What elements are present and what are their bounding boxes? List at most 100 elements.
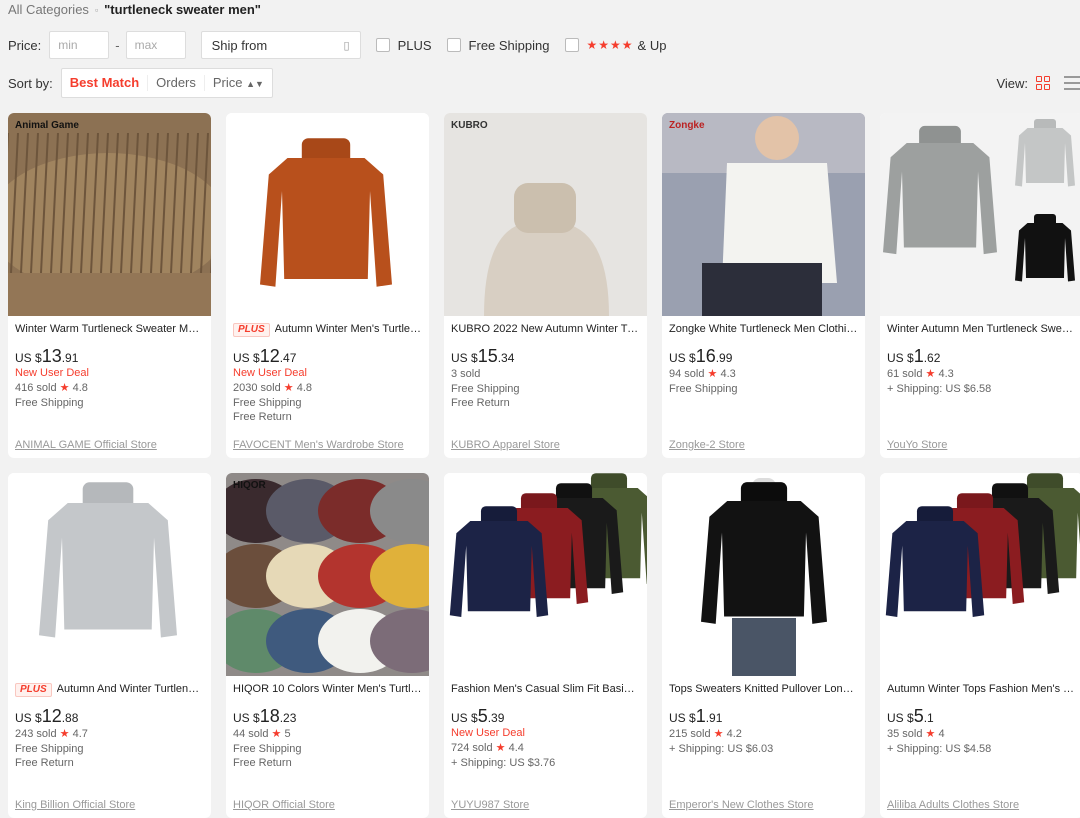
- sort-price-label: Price: [212, 75, 243, 90]
- product-image[interactable]: KUBRO: [444, 113, 647, 316]
- product-title[interactable]: Winter Warm Turtleneck Sweater Men Fashi…: [15, 322, 204, 337]
- product-title[interactable]: Winter Autumn Men Turtleneck Sweater Sli…: [887, 322, 1076, 337]
- ship-from-select[interactable]: Ship from ▯: [200, 31, 361, 59]
- free-shipping-filter[interactable]: Free Shipping: [446, 37, 550, 53]
- product-card[interactable]: Zongke Zongke White Turtleneck Men Cloth…: [662, 113, 865, 458]
- price-decimal: .62: [923, 351, 941, 365]
- product-title[interactable]: KUBRO 2022 New Autumn Winter Turtleneck: [451, 322, 640, 337]
- new-user-deal: New User Deal: [233, 367, 307, 379]
- breadcrumb-query: "turtleneck sweater men": [104, 2, 261, 17]
- store-link[interactable]: HIQOR Official Store: [233, 799, 335, 811]
- sold-count: 94 sold: [669, 368, 705, 380]
- sort-best-match[interactable]: Best Match: [62, 75, 149, 91]
- sales-rating: 416 sold ★ 4.8: [15, 380, 204, 396]
- star-icon: ★: [495, 742, 506, 754]
- sales-rating: 243 sold ★ 4.7: [15, 726, 204, 742]
- store-link[interactable]: YUYU987 Store: [451, 799, 529, 811]
- product-price: US $15.34: [451, 346, 640, 366]
- product-title[interactable]: PLUS Autumn Winter Men's Turtleneck Swea…: [233, 322, 422, 337]
- product-title[interactable]: PLUS Autumn And Winter Turtleneck Sweate…: [15, 682, 204, 697]
- sold-count: 724 sold: [451, 742, 493, 754]
- product-title[interactable]: Autumn Winter Tops Fashion Men's Turtlen…: [887, 682, 1076, 697]
- price-currency: US $: [451, 711, 478, 725]
- view-label: View:: [996, 75, 1028, 91]
- store-link[interactable]: Aliliba Adults Clothes Store: [887, 799, 1019, 811]
- product-card[interactable]: Fashion Men's Casual Slim Fit Basic Turt…: [444, 473, 647, 818]
- price-decimal: .91: [61, 351, 79, 365]
- product-price: US $5.39: [451, 706, 640, 726]
- shipping-info-2: Free Return: [233, 757, 292, 769]
- star-icon: ★: [713, 728, 724, 740]
- product-card[interactable]: PLUS Autumn Winter Men's Turtleneck Swea…: [226, 113, 429, 458]
- rating-filter[interactable]: ★★★★ & Up: [564, 38, 666, 53]
- sold-count: 35 sold: [887, 728, 923, 740]
- grid-view-icon[interactable]: [1036, 76, 1050, 90]
- product-card[interactable]: Autumn Winter Tops Fashion Men's Turtlen…: [880, 473, 1080, 818]
- sort-bar: Sort by: Best Match Orders Price ▲▼ View…: [8, 68, 1080, 98]
- price-main: 1: [695, 706, 706, 726]
- product-card[interactable]: PLUS Autumn And Winter Turtleneck Sweate…: [8, 473, 211, 818]
- free-shipping-label: Free Shipping: [468, 37, 550, 53]
- product-card[interactable]: HIQOR HIQOR 10 Colors Winter Men's Turtl…: [226, 473, 429, 818]
- price-currency: US $: [887, 711, 914, 725]
- product-image[interactable]: HIQOR: [226, 473, 429, 676]
- product-image[interactable]: [662, 473, 865, 676]
- store-link[interactable]: Zongke-2 Store: [669, 439, 745, 451]
- product-title[interactable]: Zongke White Turtleneck Men Clothing Swe…: [669, 322, 858, 337]
- product-price: US $1.91: [669, 706, 858, 726]
- breadcrumb-root-link[interactable]: All Categories: [8, 2, 89, 17]
- sort-orders[interactable]: Orders: [148, 75, 205, 91]
- product-image[interactable]: [880, 473, 1080, 676]
- store-link[interactable]: Emperor's New Clothes Store: [669, 799, 814, 811]
- free-shipping-checkbox[interactable]: [446, 38, 461, 52]
- product-image[interactable]: Zongke: [662, 113, 865, 316]
- product-card[interactable]: Animal Game Winter Warm Turtleneck Sweat…: [8, 113, 211, 458]
- store-link[interactable]: FAVOCENT Men's Wardrobe Store: [233, 439, 404, 451]
- filter-bar: Price: min - max Ship from ▯ PLUS Free S…: [8, 30, 666, 60]
- store-link[interactable]: YouYo Store: [887, 439, 947, 451]
- rating-value: 4.3: [720, 368, 736, 380]
- sort-price[interactable]: Price ▲▼: [205, 75, 272, 91]
- rating-checkbox[interactable]: [564, 38, 579, 52]
- product-image[interactable]: [444, 473, 647, 676]
- product-price: US $16.99: [669, 346, 858, 366]
- store-link[interactable]: King Billion Official Store: [15, 799, 135, 811]
- list-view-icon[interactable]: [1064, 76, 1080, 90]
- product-image[interactable]: Animal Game: [8, 113, 211, 316]
- product-image[interactable]: [8, 473, 211, 676]
- price-max-input[interactable]: max: [125, 31, 186, 59]
- product-image[interactable]: [880, 113, 1080, 316]
- price-decimal: .39: [487, 711, 505, 725]
- product-card[interactable]: Winter Autumn Men Turtleneck Sweater Sli…: [880, 113, 1080, 458]
- shipping-info-1: Free Shipping: [15, 397, 84, 409]
- store-link[interactable]: ANIMAL GAME Official Store: [15, 439, 157, 451]
- rating-value: 4.4: [508, 742, 524, 754]
- sold-count: 416 sold: [15, 382, 57, 394]
- price-min-input[interactable]: min: [49, 31, 110, 59]
- star-icon: ★: [707, 368, 718, 380]
- product-title[interactable]: HIQOR 10 Colors Winter Men's Turtleneck …: [233, 682, 422, 697]
- product-title-text: Autumn And Winter Turtleneck Sweater: [56, 683, 204, 695]
- product-card[interactable]: KUBRO KUBRO 2022 New Autumn Winter Turtl…: [444, 113, 647, 458]
- sold-count: 3 sold: [451, 368, 481, 380]
- price-currency: US $: [669, 711, 696, 725]
- plus-badge: PLUS: [233, 322, 270, 337]
- dropdown-icon: ▯: [343, 39, 350, 52]
- product-image[interactable]: [226, 113, 429, 316]
- product-title[interactable]: Fashion Men's Casual Slim Fit Basic Turt…: [451, 682, 640, 697]
- product-title[interactable]: Tops Sweaters Knitted Pullover Long Slee…: [669, 682, 858, 697]
- price-currency: US $: [451, 351, 478, 365]
- plus-checkbox[interactable]: [375, 38, 390, 52]
- new-user-deal: New User Deal: [15, 367, 89, 379]
- product-title-text: HIQOR 10 Colors Winter Men's Turtleneck …: [233, 683, 422, 695]
- price-decimal: .99: [715, 351, 733, 365]
- product-card[interactable]: Tops Sweaters Knitted Pullover Long Slee…: [662, 473, 865, 818]
- sales-rating: 44 sold ★ 5: [233, 726, 422, 742]
- store-link[interactable]: KUBRO Apparel Store: [451, 439, 560, 451]
- price-main: 12: [41, 706, 62, 726]
- sold-count: 243 sold: [15, 728, 57, 740]
- star-icon: ★: [271, 728, 282, 740]
- plus-filter[interactable]: PLUS: [375, 38, 432, 53]
- sort-arrows-icon: ▲▼: [246, 79, 264, 89]
- star-icon: ★: [283, 382, 294, 394]
